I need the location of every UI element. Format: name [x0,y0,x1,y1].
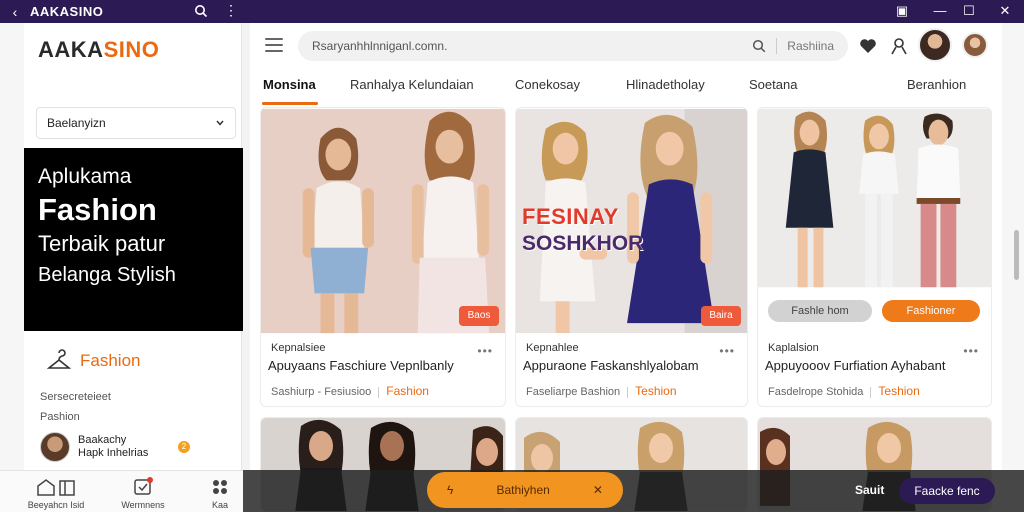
fashion-link-label: Fashion [80,351,141,370]
sale-badge: Baira [701,306,741,326]
bottom-action-bar: ϟ Bathiyhen ✕ Sauit Faacke fenc [243,470,1024,512]
tab-ranhalya[interactable]: Ranhalya Kelundaian [350,77,474,92]
close-icon[interactable]: ✕ [593,483,603,497]
checklist-icon [134,477,153,495]
category-tabs: Monsina Ranhalya Kelundaian Conekosay Hl… [250,73,1002,105]
user-profile[interactable]: Baakachy Hapk Inhelrias [40,432,190,462]
bottom-nav-women[interactable]: Wermnens [112,477,174,510]
more-menu-icon[interactable]: ⋮ [224,2,238,19]
side-text-1: Sersecreteieet [40,391,111,403]
search-icon[interactable] [194,4,208,18]
panel-gap [242,23,250,470]
promo-line-3: Terbaik patur [38,231,166,256]
more-options-icon[interactable]: ••• [963,344,979,358]
notification-badge: 2 [178,441,190,453]
search-input[interactable]: Rsaryanhhlnniganl.comn. [312,39,752,53]
product-image [261,108,505,334]
right-margin [1002,23,1024,470]
save-button[interactable]: Sauit [855,483,884,497]
more-options-icon[interactable]: ••• [719,344,735,358]
card-category[interactable]: Teshion [878,384,919,398]
tab-beranhion[interactable]: Beranhion [907,77,966,92]
minimize-icon[interactable]: — [931,3,949,18]
heart-icon[interactable] [859,37,877,55]
search-divider [776,38,778,54]
card-info: Sashiurp - Fesiusioo Fashion [271,384,429,398]
promo-line-4: Belanga Stylish [38,264,176,286]
bottom-nav-more-label: Kaa [211,500,228,510]
hamburger-icon[interactable] [265,38,283,52]
primary-pill-button[interactable]: Fashioner [882,300,980,322]
category-select[interactable]: Baelanyizn [36,107,236,139]
secondary-avatar[interactable] [962,32,988,58]
scrollbar-thumb[interactable] [1014,230,1019,280]
promo-line-1: Aplukama [38,165,132,188]
product-card[interactable]: Fashle hom Fashioner Kaplalsion ••• Appu… [757,107,992,407]
close-icon[interactable]: ✕ [996,3,1014,19]
search-bar[interactable]: Rsaryanhhlnniganl.comn. Rashiina [298,31,848,61]
filter-chip-label: Bathiyhen [496,483,550,497]
tab-hlinadetholay[interactable]: Hlinadetholay [626,77,705,92]
more-options-icon[interactable]: ••• [477,344,493,358]
maximize-icon[interactable]: ☐ [960,3,978,19]
product-card[interactable]: Baos Kepnalsiee ••• Apuyaans Faschiure V… [260,107,506,407]
home-icon [37,479,75,496]
back-icon[interactable]: ‹ [0,4,30,20]
promo-banner[interactable]: Aplukama Fashion Terbaik patur Belanga S… [24,148,243,331]
main-content: Rsaryanhhlnniganl.comn. Rashiina Monsina… [250,23,1002,512]
category-select-value: Baelanyizn [47,116,106,130]
chevron-down-icon [216,120,224,126]
side-text-2: Pashion [40,411,80,423]
card-meta: Kaplalsion [768,342,819,354]
card-info: Fasdelrope Stohida Teshion [768,384,920,398]
secondary-pill-button[interactable]: Fashle hom [768,300,872,322]
tab-soetana[interactable]: Soetana [749,77,797,92]
user-icon[interactable] [890,37,908,55]
brand-logo[interactable]: AAKASINO [38,37,159,63]
search-icon[interactable] [752,39,766,53]
primary-action-button[interactable]: Faacke fenc [899,478,995,504]
active-tab-indicator [262,102,318,105]
left-margin [0,23,24,470]
image-promo-text-1: FESINAY [522,204,619,229]
card-info-text: Sashiurp - Fesiusioo [271,386,372,398]
sidebar: AAKASINO Baelanyizn Aplukama Fashion Ter… [24,23,243,470]
card-info-text: Fasdelrope Stohida [768,386,864,398]
bolt-icon: ϟ [447,483,454,497]
card-title[interactable]: Appuyooov Furfiation Ayhabant [765,358,945,373]
card-title[interactable]: Appuraone Faskanshlyalobam [523,358,699,373]
window-tile-icon[interactable]: ▣ [893,3,911,19]
card-info-text: Faseliarpe Bashion [526,386,621,398]
bottom-nav-home-label: Beeyahcn Isid [27,500,85,510]
app-title: AAKASINO [30,4,104,19]
card-category[interactable]: Teshion [635,384,676,398]
tab-monsina[interactable]: Monsina [263,77,316,92]
avatar [40,432,70,462]
user-name: Baakachy Hapk Inhelrias [78,434,148,460]
bottom-nav: Beeyahcn Isid Wermnens Kaa [0,470,243,512]
user-name-line-2: Hapk Inhelrias [78,447,149,459]
profile-avatar[interactable] [918,28,952,62]
card-title[interactable]: Apuyaans Faschiure Vepnlbanly [268,358,454,373]
bottom-nav-more[interactable]: Kaa [200,477,240,510]
card-meta: Kepnahlee [526,342,579,354]
search-category[interactable]: Rashiina [787,39,834,53]
product-image [758,108,991,288]
fashion-link[interactable]: Fashion [46,349,140,373]
user-name-line-1: Baakachy [78,434,127,446]
title-bar: ‹ AAKASINO ⋮ ▣ — ☐ ✕ [0,0,1024,23]
bottom-nav-women-label: Wermnens [121,500,165,510]
card-category[interactable]: Fashion [386,384,429,398]
bottom-nav-home[interactable]: Beeyahcn Isid [16,477,96,510]
image-promo-text-2: SOSHKHOR [522,232,644,255]
filter-chip[interactable]: ϟ Bathiyhen ✕ [427,472,623,508]
product-card[interactable]: FESINAY SOSHKHOR Baira Kepnahlee ••• App… [515,107,748,407]
card-info: Faseliarpe Bashion Teshion [526,384,677,398]
promo-line-2: Fashion [38,192,157,227]
card-meta: Kepnalsiee [271,342,326,354]
sale-badge: Baos [459,306,499,326]
hanger-icon [46,349,72,369]
tab-conekosay[interactable]: Conekosay [515,77,580,92]
grid-icon [213,480,227,494]
